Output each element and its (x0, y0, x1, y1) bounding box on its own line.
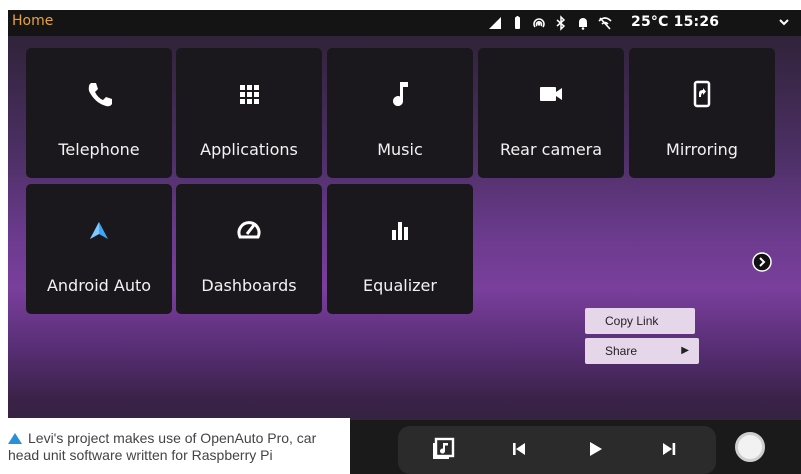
video-camera-icon (540, 87, 562, 101)
copy-link-menu-item[interactable]: Copy Link (585, 308, 695, 334)
android-auto-icon (90, 222, 108, 239)
media-controls (398, 426, 716, 474)
next-track-icon[interactable] (656, 436, 682, 462)
clock: 15:26 (673, 14, 720, 30)
tile-dashboards[interactable]: Dashboards (176, 184, 322, 314)
bluetooth-icon (556, 15, 566, 31)
phone-mirroring-icon (693, 80, 711, 108)
submenu-arrow-icon: ▶ (681, 345, 689, 356)
music-note-icon (393, 82, 408, 107)
tile-android-auto[interactable]: Android Auto (26, 184, 172, 314)
tile-music[interactable]: Music (327, 48, 473, 178)
share-label: Share (605, 344, 638, 358)
wifi-off-icon (598, 17, 612, 30)
tile-equalizer[interactable]: Equalizer (327, 184, 473, 314)
next-page-icon[interactable] (752, 252, 772, 272)
chevron-down-icon[interactable] (778, 16, 790, 28)
home-button-icon[interactable] (735, 432, 765, 462)
battery-icon (515, 16, 520, 29)
photo-caption: Levi's project makes use of OpenAuto Pro… (0, 418, 350, 474)
status-icons (486, 14, 618, 32)
tile-label: Mirroring (666, 140, 738, 159)
notification-bell-icon (579, 18, 587, 30)
head-unit-screen: Home 25°C 15:26 Telephone Applications M… (8, 10, 801, 474)
tile-applications[interactable]: Applications (176, 48, 322, 178)
tile-label: Equalizer (363, 276, 437, 295)
caption-text: Levi's project makes use of OpenAuto Pro… (8, 430, 317, 463)
grid-icon (240, 85, 259, 104)
tile-label: Dashboards (201, 276, 297, 295)
tile-mirroring[interactable]: Mirroring (629, 48, 775, 178)
status-bar: Home 25°C 15:26 (8, 10, 801, 36)
temperature: 25°C (631, 14, 669, 30)
share-menu-item[interactable]: Share ▶ (585, 338, 699, 364)
tile-label: Music (377, 140, 423, 159)
signal-icon (489, 17, 501, 29)
hotspot-icon (533, 18, 545, 28)
caption-triangle-icon (8, 433, 22, 444)
tile-label: Rear camera (499, 140, 603, 159)
tile-label: Applications (200, 140, 298, 159)
previous-track-icon[interactable] (506, 436, 532, 462)
context-menu: Copy Link Share ▶ (585, 308, 699, 364)
equalizer-icon (392, 222, 408, 240)
page-title: Home (12, 13, 54, 29)
tile-label: Telephone (58, 140, 140, 159)
phone-icon (88, 83, 112, 107)
tile-rear-camera[interactable]: Rear camera (478, 48, 624, 178)
temperature-time: 25°C 15:26 (631, 14, 719, 30)
music-app-icon[interactable] (430, 436, 456, 462)
tile-label: Android Auto (46, 276, 152, 295)
tile-telephone[interactable]: Telephone (26, 48, 172, 178)
copy-link-label: Copy Link (605, 314, 659, 328)
gauge-icon (237, 221, 261, 239)
play-icon[interactable] (582, 436, 608, 462)
